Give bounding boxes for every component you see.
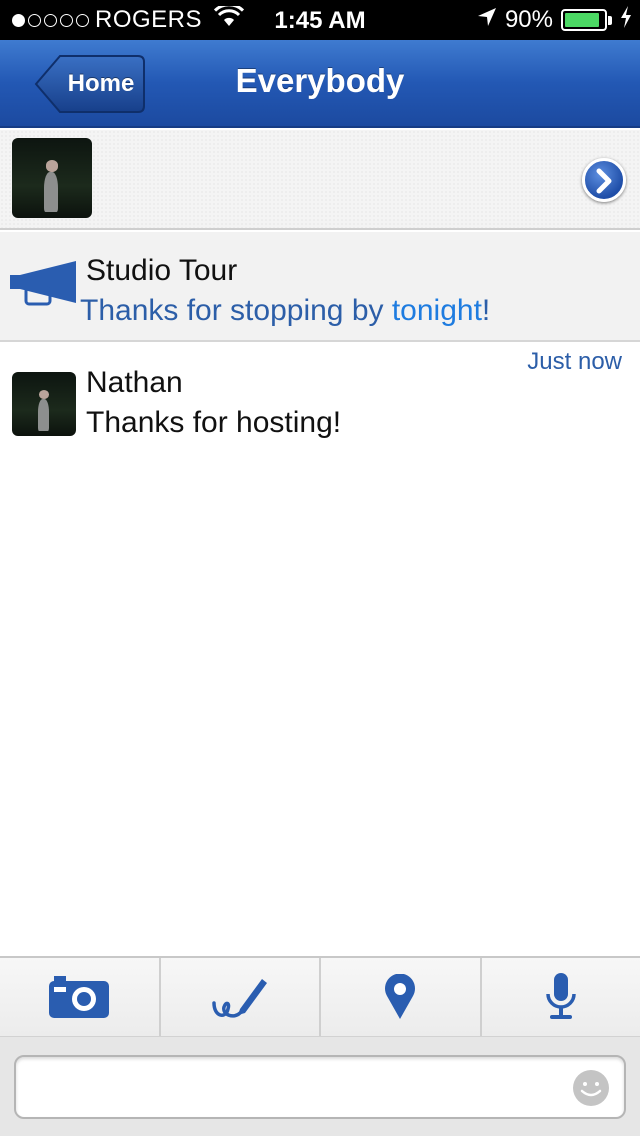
location-pin-icon (385, 974, 416, 1019)
charging-bolt-icon (620, 5, 632, 35)
status-bar: ROGERS 1:45 AM 90% (0, 0, 640, 40)
pen-icon (212, 979, 267, 1018)
composer-toolbar (0, 956, 640, 1036)
battery-icon (561, 9, 607, 31)
announcement-item[interactable]: Studio Tour Thanks for stopping by tonig… (0, 232, 640, 342)
group-avatar (12, 138, 92, 218)
avatar-figure-head (45, 160, 59, 172)
avatar-figure-head (38, 389, 50, 399)
smiley-icon[interactable] (572, 1069, 610, 1112)
location-button[interactable] (321, 958, 482, 1036)
message-timestamp: Just now (527, 348, 622, 375)
announcement-link[interactable]: tonight (392, 294, 482, 327)
app-root: ROGERS 1:45 AM 90% Home Everybody Studio… (0, 0, 640, 1136)
microphone-icon (546, 973, 576, 1019)
avatar-figure (44, 171, 59, 212)
home-back-button[interactable]: Home (34, 54, 146, 114)
battery-level (565, 13, 600, 27)
message-input-container[interactable] (14, 1055, 626, 1119)
chevron-right-icon (596, 168, 612, 194)
group-header[interactable] (0, 130, 640, 230)
message-text: Thanks for hosting! (86, 406, 342, 439)
page-title: Everybody (235, 62, 405, 99)
message-sender: Nathan (86, 366, 183, 399)
navigation-bar: Home Everybody (0, 40, 640, 128)
battery-percent: 90% (504, 6, 553, 33)
announcement-title: Studio Tour (86, 254, 238, 287)
camera-icon (49, 976, 110, 1018)
message-item[interactable]: Just now Nathan Thanks for hosting! (0, 344, 640, 454)
details-chevron-button[interactable] (582, 158, 626, 202)
composer (0, 1036, 640, 1136)
camera-button[interactable] (0, 958, 161, 1036)
sender-avatar[interactable] (12, 372, 76, 436)
battery-nub (608, 15, 612, 25)
announcement-text-end: ! (481, 294, 491, 327)
back-button-label: Home (67, 70, 135, 97)
announcement-text: Thanks for stopping by tonight! (80, 294, 490, 328)
voice-button[interactable] (482, 958, 640, 1036)
avatar-figure (37, 398, 50, 431)
message-input[interactable] (28, 1065, 568, 1109)
location-arrow-icon (477, 6, 497, 34)
megaphone-icon (8, 258, 78, 313)
status-right: 90% (477, 5, 632, 35)
announcement-text-start: Thanks for stopping by (80, 294, 392, 327)
draw-button[interactable] (161, 958, 321, 1036)
